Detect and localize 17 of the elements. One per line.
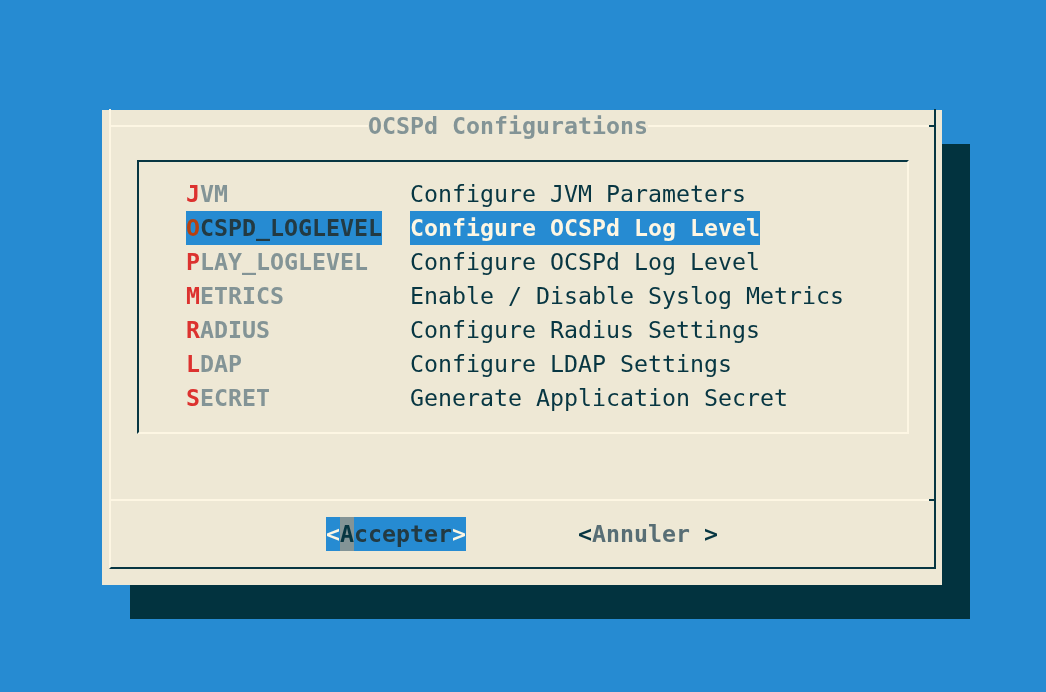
dialog-title: OCSPd Configurations (368, 111, 648, 141)
menu-item-description[interactable]: Configure Radius Settings (410, 313, 760, 347)
menu-item-tag[interactable]: JVM (186, 177, 228, 211)
menu-item-description[interactable]: Generate Application Secret (410, 381, 788, 415)
menu-item-tag[interactable]: OCSPD_LOGLEVEL (186, 211, 382, 245)
menu-item-description[interactable]: Configure OCSPd Log Level (410, 245, 760, 279)
menu-item-tag[interactable]: SECRET (186, 381, 270, 415)
menu-item-description[interactable]: Configure OCSPd Log Level (410, 211, 760, 245)
menu-item-description[interactable]: Enable / Disable Syslog Metrics (410, 279, 844, 313)
menu-item-tag[interactable]: METRICS (186, 279, 284, 313)
menu-item-tag[interactable]: PLAY_LOGLEVEL (186, 245, 368, 279)
menu-item-tag[interactable]: LDAP (186, 347, 242, 381)
menu-item-description[interactable]: Configure JVM Parameters (410, 177, 746, 211)
menu-item-tag[interactable]: RADIUS (186, 313, 270, 347)
dialog-button[interactable]: <Accepter> (326, 517, 466, 551)
dialog-button[interactable]: <Annuler > (578, 517, 718, 551)
menu-item-description[interactable]: Configure LDAP Settings (410, 347, 732, 381)
